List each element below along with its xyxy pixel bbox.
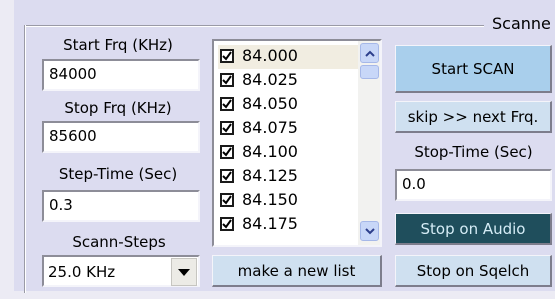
make-new-list-button[interactable]: make a new list bbox=[212, 255, 382, 287]
dropdown-button[interactable] bbox=[171, 258, 197, 286]
stop-time-label: Stop-Time (Sec) bbox=[414, 143, 533, 161]
list-item[interactable]: 84.125 bbox=[218, 165, 368, 189]
start-frq-label: Start Frq (KHz) bbox=[63, 36, 173, 54]
list-item[interactable]: 84.175 bbox=[218, 213, 368, 237]
panel-edge bbox=[0, 0, 14, 299]
checkbox-checked-icon[interactable] bbox=[220, 145, 234, 159]
panel-bottom-strip bbox=[0, 291, 555, 299]
scroll-thumb[interactable] bbox=[360, 65, 379, 79]
checkbox-checked-icon[interactable] bbox=[220, 193, 234, 207]
checkbox-checked-icon[interactable] bbox=[220, 97, 234, 111]
scroll-up-button[interactable] bbox=[360, 43, 379, 63]
list-item-label: 84.175 bbox=[242, 214, 298, 233]
scann-steps-label: Scann-Steps bbox=[72, 233, 166, 251]
group-border-left bbox=[24, 25, 26, 293]
list-item-label: 84.075 bbox=[242, 118, 298, 137]
list-item[interactable]: 84.100 bbox=[218, 141, 368, 165]
list-item-label: 84.125 bbox=[242, 166, 298, 185]
stop-frq-input[interactable]: 85600 bbox=[42, 121, 200, 153]
start-frq-input[interactable]: 84000 bbox=[42, 59, 200, 91]
scanner-panel: Scanne Start Frq (KHz) 84000 Stop Frq (K… bbox=[0, 0, 555, 299]
checkbox-checked-icon[interactable] bbox=[220, 121, 234, 135]
frequency-list[interactable]: 84.000 84.025 84.050 84.075 84.100 84.12… bbox=[212, 39, 382, 247]
list-item-label: 84.050 bbox=[242, 94, 298, 113]
chevron-down-icon bbox=[364, 227, 375, 234]
list-item[interactable]: 84.150 bbox=[218, 189, 368, 213]
list-item-label: 84.000 bbox=[242, 46, 298, 65]
stop-on-audio-button[interactable]: Stop on Audio bbox=[395, 213, 552, 245]
list-item[interactable]: 84.025 bbox=[218, 69, 368, 93]
stop-time-input[interactable]: 0.0 bbox=[395, 169, 552, 201]
checkbox-checked-icon[interactable] bbox=[220, 217, 234, 231]
start-scan-button[interactable]: Start SCAN bbox=[395, 45, 552, 93]
stop-frq-label: Stop Frq (KHz) bbox=[64, 99, 172, 117]
list-item[interactable]: 84.000 bbox=[218, 45, 368, 69]
list-item[interactable]: 84.050 bbox=[218, 93, 368, 117]
list-item[interactable]: 84.075 bbox=[218, 117, 368, 141]
skip-next-frq-button[interactable]: skip >> next Frq. bbox=[395, 101, 552, 133]
step-time-input[interactable]: 0.3 bbox=[42, 190, 200, 222]
scann-steps-value: 25.0 KHz bbox=[48, 263, 116, 281]
list-item-label: 84.025 bbox=[242, 70, 298, 89]
stop-on-sqelch-button[interactable]: Stop on Sqelch bbox=[395, 255, 552, 287]
checkbox-checked-icon[interactable] bbox=[220, 73, 234, 87]
scann-steps-select[interactable]: 25.0 KHz bbox=[42, 255, 200, 287]
group-border-top bbox=[24, 25, 484, 27]
list-scrollbar[interactable] bbox=[358, 41, 380, 245]
chevron-down-icon bbox=[178, 268, 190, 276]
list-item-label: 84.100 bbox=[242, 142, 298, 161]
chevron-up-icon bbox=[364, 50, 375, 57]
scroll-down-button[interactable] bbox=[360, 221, 379, 241]
scanner-group-title: Scanne bbox=[492, 14, 551, 33]
checkbox-checked-icon[interactable] bbox=[220, 49, 234, 63]
checkbox-checked-icon[interactable] bbox=[220, 169, 234, 183]
list-item-label: 84.150 bbox=[242, 190, 298, 209]
step-time-label: Step-Time (Sec) bbox=[58, 165, 178, 183]
